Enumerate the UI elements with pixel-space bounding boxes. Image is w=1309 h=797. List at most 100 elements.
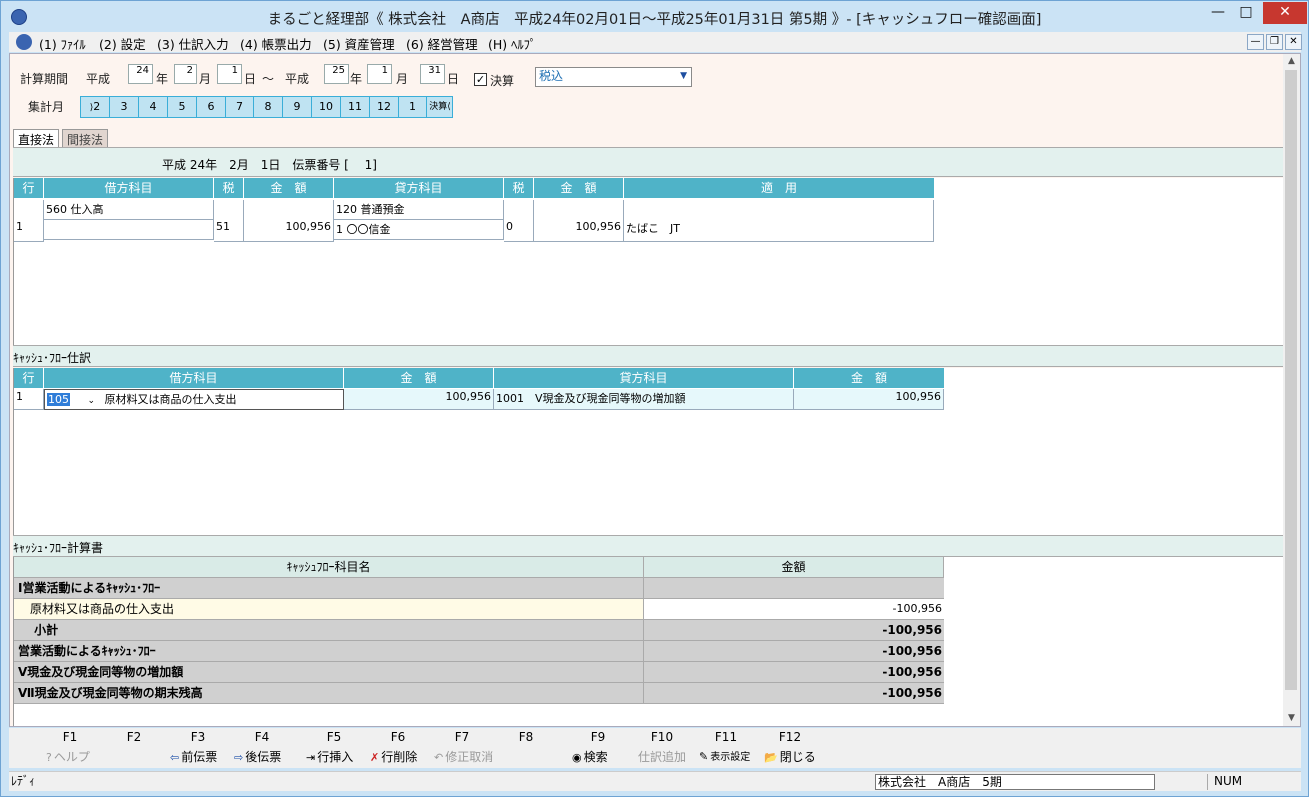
add-entry-button[interactable]: 仕訳追加 — [638, 748, 686, 765]
menu-management[interactable]: (6) 経営管理 — [406, 34, 478, 53]
to-month-field[interactable]: 1 — [367, 64, 392, 84]
prev-voucher-button[interactable]: ⇦ 前伝票 — [170, 748, 217, 765]
cfj-row-line: 1 — [14, 389, 44, 410]
credit-account-cell[interactable]: 120 普通預金 — [334, 200, 504, 220]
app-window: まるごと経理部《 株式会社 A商店 平成24年02月01日～平成25年01月31… — [0, 0, 1309, 797]
cfs-row-amount: -100,956 — [644, 662, 944, 683]
month-2[interactable]: ⟩2 — [81, 97, 110, 117]
cfj-debit-amount[interactable]: 100,956 — [344, 389, 494, 410]
chevron-down-icon[interactable]: ⌄ — [88, 396, 96, 406]
from-year-field[interactable]: 24 — [128, 64, 153, 84]
cfs-row-name: 営業活動によるｷｬｯｼｭ･ﾌﾛｰ — [14, 641, 644, 662]
scroll-up-icon[interactable]: ▲ — [1283, 54, 1300, 69]
kessan-checkbox[interactable]: ✓ — [474, 73, 487, 86]
month-6[interactable]: 6 — [197, 97, 226, 117]
status-ready: ﾚﾃﾞｨ — [11, 774, 36, 788]
cfj-debit-select[interactable]: 105 ⌄ 原材料又は商品の仕入支出 — [44, 389, 344, 410]
fkey-f6-label: F6 — [390, 730, 406, 744]
cashflow-screen: 計算期間 平成 24 年 2 月 1 日 ～ 平成 25 年 1 月 31 日 … — [9, 53, 1301, 727]
day-unit-to: 日 — [447, 72, 460, 86]
voucher-header: 平成 24年 2月 1日 伝票番号 [ 1] — [162, 158, 377, 172]
memo-cell[interactable]: たばこ JT — [624, 200, 934, 242]
delete-row-button[interactable]: ✗ 行削除 — [370, 748, 417, 765]
to-year-field[interactable]: 25 — [324, 64, 349, 84]
month-3[interactable]: 3 — [110, 97, 139, 117]
col-debit-tax: 税 — [214, 178, 244, 198]
close-label: 閉じる — [779, 750, 816, 764]
cfj-credit-amount[interactable]: 100,956 — [794, 389, 944, 410]
undo-edit-button[interactable]: ↶ 修正取消 — [434, 748, 493, 765]
cfs-row-amount: -100,956 — [644, 683, 944, 704]
document-icon[interactable] — [16, 34, 32, 50]
delete-row-icon: ✗ — [370, 751, 380, 764]
col-credit-account: 貸方科目 — [334, 178, 504, 198]
menu-settings[interactable]: (2) 設定 — [99, 34, 146, 53]
month-7[interactable]: 7 — [226, 97, 254, 117]
debit-tax-cell[interactable]: 51 — [214, 200, 244, 242]
status-bar: ﾚﾃﾞｨ 株式会社 A商店 5期 NUM — [9, 771, 1301, 791]
fkey-f8-label: F8 — [518, 730, 534, 744]
debit-account-cell[interactable]: 560 仕入高 — [44, 200, 214, 220]
menu-journal-entry[interactable]: (3) 仕訳入力 — [157, 34, 229, 53]
tax-mode-value: 税込 — [539, 69, 564, 83]
folder-open-icon: 📂 — [764, 751, 778, 764]
from-month-field[interactable]: 2 — [174, 64, 197, 84]
next-voucher-label: 後伝票 — [245, 750, 282, 764]
cf-statement-panel: ｷｬｯｼｭﾌﾛｰ科目名 金額 Ⅰ営業活動によるｷｬｯｼｭ･ﾌﾛｰ 原材料又は商品… — [13, 557, 1283, 726]
tab-indirect-method[interactable]: 間接法 — [62, 129, 109, 147]
month-kessan[interactable]: 決算⟨ — [427, 97, 453, 117]
col-line: 行 — [14, 178, 44, 198]
row-line-number: 1 — [14, 200, 44, 242]
close-button[interactable]: 📂 閉じる — [764, 748, 816, 765]
minimize-button[interactable]: — — [1207, 2, 1229, 24]
status-num: NUM — [1207, 774, 1297, 790]
close-window-button[interactable]: ✕ — [1263, 2, 1307, 24]
tax-mode-select[interactable]: 税込 ▼ — [535, 67, 692, 87]
vertical-scrollbar[interactable]: ▲ ▼ — [1283, 54, 1300, 726]
maximize-button[interactable]: □ — [1235, 2, 1257, 24]
mdi-minimize-button[interactable]: — — [1247, 34, 1264, 50]
month-1[interactable]: 1 — [399, 97, 427, 117]
cfs-row-amount: -100,956 — [644, 641, 944, 662]
month-12[interactable]: 12 — [370, 97, 399, 117]
mdi-close-button[interactable]: ✕ — [1285, 34, 1302, 50]
help-label: ヘルプ — [53, 750, 90, 764]
help-button[interactable]: ? ヘルプ — [46, 748, 90, 765]
cfj-credit[interactable]: 1001 Ⅴ現金及び現金同等物の増加額 — [494, 389, 794, 410]
col-credit-amount: 金 額 — [534, 178, 624, 198]
arrow-left-icon: ⇦ — [170, 751, 180, 764]
cfs-row-name: Ⅴ現金及び現金同等物の増加額 — [14, 662, 644, 683]
scroll-thumb[interactable] — [1285, 70, 1297, 690]
tab-direct-method[interactable]: 直接法 — [13, 129, 60, 147]
month-8[interactable]: 8 — [254, 97, 283, 117]
month-11[interactable]: 11 — [341, 97, 370, 117]
cfj-debit-code: 105 — [47, 393, 70, 406]
menu-file[interactable]: (1) ﾌｧｲﾙ — [39, 34, 86, 53]
month-5[interactable]: 5 — [168, 97, 197, 117]
cfj-col-debit-amount: 金 額 — [344, 368, 494, 388]
search-button[interactable]: ◉ 検索 — [572, 748, 608, 765]
cf-statement-title: ｷｬｯｼｭ･ﾌﾛｰ計算書 — [13, 541, 104, 555]
to-day-field[interactable]: 31 — [420, 64, 445, 84]
menu-reports[interactable]: (4) 帳票出力 — [240, 34, 312, 53]
credit-sub-account-cell[interactable]: 1 〇〇信金 — [334, 220, 504, 240]
month-10[interactable]: 10 — [312, 97, 341, 117]
col-memo: 適 用 — [624, 178, 934, 198]
debit-amount-cell[interactable]: 100,956 — [244, 200, 334, 242]
scroll-down-icon[interactable]: ▼ — [1283, 711, 1300, 726]
credit-tax-cell[interactable]: 0 — [504, 200, 534, 242]
debit-sub-account-cell[interactable] — [44, 220, 214, 240]
month-9[interactable]: 9 — [283, 97, 312, 117]
menu-assets[interactable]: (5) 資産管理 — [323, 34, 395, 53]
month-4[interactable]: 4 — [139, 97, 168, 117]
fkey-f7-label: F7 — [454, 730, 470, 744]
next-voucher-button[interactable]: ⇨ 後伝票 — [234, 748, 281, 765]
credit-amount-cell[interactable]: 100,956 — [534, 200, 624, 242]
display-settings-button[interactable]: ✎ 表示設定 — [699, 748, 750, 763]
cfs-row-amount: -100,956 — [644, 599, 944, 620]
menu-help[interactable]: (H) ﾍﾙﾌﾟ — [488, 34, 536, 53]
title-bar: まるごと経理部《 株式会社 A商店 平成24年02月01日～平成25年01月31… — [1, 1, 1308, 32]
from-day-field[interactable]: 1 — [217, 64, 242, 84]
insert-row-button[interactable]: ⇥ 行挿入 — [306, 748, 353, 765]
mdi-restore-button[interactable]: ❐ — [1266, 34, 1283, 50]
